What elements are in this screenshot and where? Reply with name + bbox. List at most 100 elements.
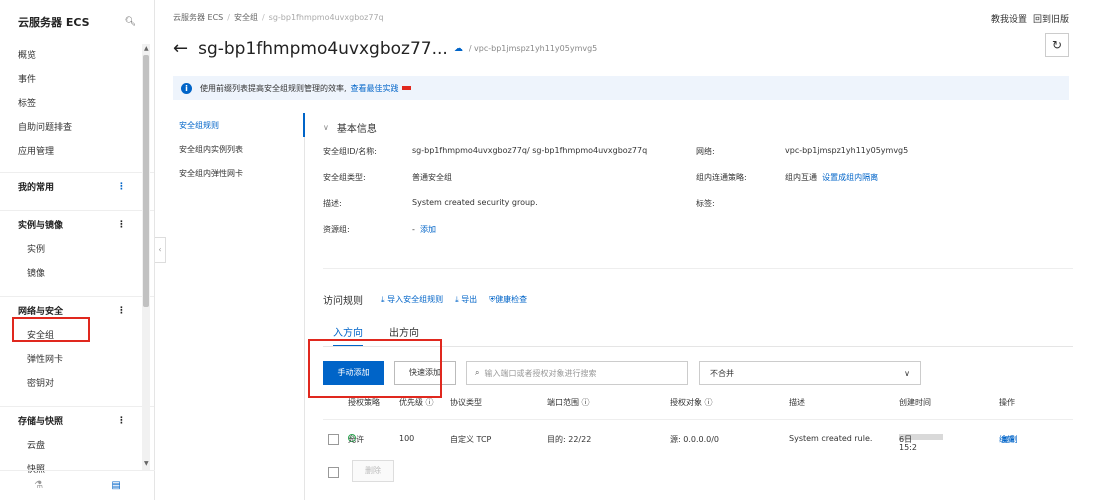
guide-link[interactable]: 教我设置 <box>991 15 1027 25</box>
health-check-button[interactable]: ⛨健康检查 <box>489 294 527 305</box>
basic-info-section[interactable]: ∨ 基本信息 <box>323 114 1073 140</box>
sidebar-item-eni[interactable]: 弹性网卡 <box>0 348 154 372</box>
detail-panel: ∨ 基本信息 安全组ID/名称: sg-bp1fhmpmo4uvxgboz77q… <box>323 114 1073 482</box>
table-row: ✓ 允许 100 自定义 TCP 目的: 22/22 源: 0.0.0.0/0 S… <box>323 434 1073 458</box>
set-isolation-link[interactable]: 设置成组内隔离 <box>822 173 878 182</box>
export-label: 导出 <box>461 295 478 304</box>
source-cell: 源: 0.0.0.0/0 <box>670 435 720 444</box>
table-header-divider <box>323 419 1073 420</box>
rules-title: 访问规则 <box>323 296 363 307</box>
download-icon: ⤓ <box>455 295 459 304</box>
sidebar-item-instances[interactable]: 实例 <box>0 238 154 262</box>
import-rules-label: 导入安全组规则 <box>387 295 444 304</box>
sidebar-group-storage[interactable]: 存储与快照 ⋮ <box>0 406 154 434</box>
policy-value: 组内互通 <box>785 173 817 182</box>
export-button[interactable]: ⤓ 导出 <box>455 294 477 305</box>
col-actions: 操作 <box>999 398 1015 407</box>
col-policy: 授权策略 <box>348 398 380 407</box>
priority-cell: 100 <box>399 434 415 443</box>
info-value: System created security group. <box>412 198 538 207</box>
sub-navigation: 安全组规则 安全组内实例列表 安全组内弹性网卡 <box>173 114 305 186</box>
new-badge <box>401 86 411 90</box>
search-icon[interactable]: 🔍︎ <box>125 17 136 27</box>
feedback-icon[interactable]: ▤ <box>111 480 120 491</box>
scroll-up-icon[interactable]: ▲ <box>144 45 149 52</box>
info-label: 描述: <box>323 199 342 208</box>
import-rules-button[interactable]: ⤓ 导入安全组规则 <box>381 294 443 305</box>
subnav-active-indicator <box>303 113 305 137</box>
subnav-instances[interactable]: 安全组内实例列表 <box>173 138 305 162</box>
info-label: 网络: <box>696 147 715 156</box>
col-protocol: 协议类型 <box>450 398 482 407</box>
link-icon[interactable]: ⚗ <box>34 480 43 491</box>
col-port: 端口范围 ⓘ <box>547 398 590 407</box>
add-resource-group-link[interactable]: 添加 <box>420 225 436 234</box>
info-label: 资源组: <box>323 225 350 234</box>
sidebar-item-keypairs[interactable]: 密钥对 <box>0 372 154 396</box>
sidebar: 云服务器 ECS 🔍︎ 概览 事件 标签 自助问题排查 应用管理 我的常用 ⋮ … <box>0 0 155 500</box>
more-icon[interactable]: ⋮ <box>117 220 126 230</box>
policy-value: 允许 <box>348 435 364 444</box>
subnav-enis[interactable]: 安全组内弹性网卡 <box>173 162 305 186</box>
highlight-box-security-group <box>12 317 90 342</box>
delete-button[interactable]: 删除 <box>352 460 394 482</box>
info-label: 组内连通策略: <box>696 173 747 182</box>
sidebar-group-label: 存储与快照 <box>18 417 64 427</box>
rules-header: 访问规则 ⤓ 导入安全组规则 ⤓ 导出 ⛨健康检查 <box>323 292 539 307</box>
sidebar-group-label: 网络与安全 <box>18 307 64 317</box>
refresh-button[interactable]: ↻ <box>1045 33 1069 57</box>
sidebar-header: 云服务器 ECS 🔍︎ <box>0 0 154 44</box>
info-icon: i <box>181 82 192 94</box>
health-check-label: 健康检查 <box>495 295 528 304</box>
sidebar-title: 云服务器 ECS <box>18 16 90 29</box>
title-row: ← sg-bp1fhmpmo4uvxgboz77... ☁ / vpc-bp1j… <box>173 38 597 59</box>
info-value: 组内互通 设置成组内隔离 <box>785 172 878 183</box>
sidebar-item-tags[interactable]: 标签 <box>0 92 154 116</box>
sidebar-group-favorites[interactable]: 我的常用 ⋮ <box>0 172 154 200</box>
back-arrow-icon[interactable]: ← <box>173 38 188 59</box>
breadcrumb-security-group[interactable]: 安全组 <box>234 13 258 22</box>
search-placeholder: 输入端口或者授权对象进行搜索 <box>484 368 597 378</box>
sidebar-scrollbar-thumb[interactable] <box>143 55 149 307</box>
best-practice-link[interactable]: 查看最佳实践 <box>351 83 399 94</box>
more-icon[interactable]: ⋮ <box>117 182 126 192</box>
col-priority: 优先级 ⓘ <box>399 398 434 407</box>
more-icon[interactable]: ⋮ <box>117 416 126 426</box>
chevron-down-icon[interactable]: ∨ <box>323 123 329 132</box>
chevron-down-icon: ∨ <box>904 368 910 378</box>
sidebar-group-instances[interactable]: 实例与镜像 ⋮ <box>0 210 154 238</box>
info-label: 安全组类型: <box>323 173 366 182</box>
select-all-checkbox[interactable] <box>328 467 339 478</box>
sidebar-item-events[interactable]: 事件 <box>0 68 154 92</box>
protocol-cell: 自定义 TCP <box>450 435 492 444</box>
rule-search-input[interactable]: ⌕ 输入端口或者授权对象进行搜索 <box>466 361 688 385</box>
sidebar-item-overview[interactable]: 概览 <box>0 44 154 68</box>
sidebar-item-images[interactable]: 镜像 <box>0 262 154 286</box>
page-title: sg-bp1fhmpmo4uvxgboz77... <box>198 38 448 59</box>
main-content: 云服务器 ECS / 安全组 / sg-bp1fhmpmo4uvxgboz77q 教我设… <box>155 0 1095 500</box>
old-version-link[interactable]: 回到旧版 <box>1033 15 1069 25</box>
resource-group-value: - <box>412 225 415 234</box>
more-icon[interactable]: ⋮ <box>117 306 126 316</box>
description-cell: System created rule. <box>789 434 873 443</box>
row-checkbox[interactable] <box>328 434 339 445</box>
breadcrumb-ecs[interactable]: 云服务器 ECS <box>173 13 223 22</box>
info-value: - 添加 <box>412 224 436 235</box>
scroll-down-icon[interactable]: ▼ <box>144 460 149 467</box>
vpc-link[interactable]: vpc-bp1jmspz1yh11y05ymvg5 <box>785 146 908 155</box>
port-cell: 目的: 22/22 <box>547 435 592 444</box>
sidebar-footer: ⚗ ▤ <box>0 470 155 500</box>
search-icon: ⌕ <box>475 368 480 377</box>
merge-select-value: 不合并 <box>710 368 734 378</box>
subnav-rules[interactable]: 安全组规则 <box>173 114 305 138</box>
breadcrumb-current: sg-bp1fhmpmo4uvxgboz77q <box>268 13 384 22</box>
copy-link[interactable]: 复制 <box>1002 434 1018 445</box>
sidebar-item-disks[interactable]: 云盘 <box>0 434 154 458</box>
sidebar-item-troubleshoot[interactable]: 自助问题排查 <box>0 116 154 140</box>
sidebar-group-label: 实例与镜像 <box>18 221 64 231</box>
sidebar-item-app-management[interactable]: 应用管理 <box>0 140 154 164</box>
section-divider <box>323 268 1073 269</box>
vpc-subtitle[interactable]: / vpc-bp1jmspz1yh11y05ymvg5 <box>469 44 597 53</box>
merge-select[interactable]: 不合并 ∨ <box>699 361 921 385</box>
info-value: 普通安全组 <box>412 173 452 182</box>
